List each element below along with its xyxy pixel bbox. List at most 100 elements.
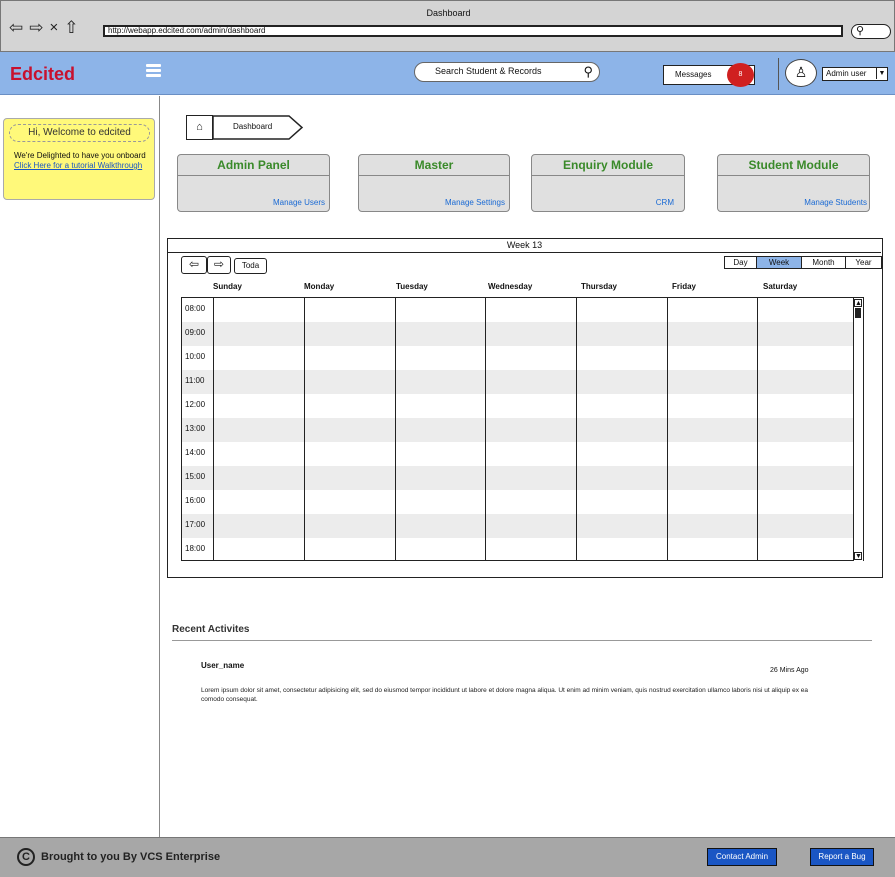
scroll-thumb[interactable] [855, 308, 861, 318]
module-card-enquiry[interactable]: Enquiry Module CRM [531, 154, 685, 212]
user-avatar-icon[interactable]: ♙ [785, 59, 817, 87]
welcome-text: We're Delighted to have you onboard [14, 151, 146, 160]
chevron-down-icon[interactable]: ▼ [876, 68, 887, 79]
module-card-master[interactable]: Master Manage Settings [358, 154, 510, 212]
view-week-button[interactable]: Week [757, 257, 802, 268]
module-title[interactable]: Enquiry Module [532, 155, 684, 176]
contact-admin-button[interactable]: Contact Admin [707, 848, 777, 866]
menu-icon[interactable] [146, 64, 161, 78]
view-day-button[interactable]: Day [725, 257, 757, 268]
header-divider [778, 58, 779, 90]
time-slot-row[interactable]: 11:00 [182, 370, 863, 394]
module-title[interactable]: Admin Panel [178, 155, 329, 176]
day-column-divider [576, 298, 577, 560]
welcome-title: Hi, Welcome to edcited [9, 124, 150, 142]
time-slot-row[interactable]: 10:00 [182, 346, 863, 370]
day-column-divider [304, 298, 305, 560]
recent-activities-title: Recent Activites [172, 624, 250, 635]
today-button[interactable]: Toda [234, 258, 267, 274]
prev-week-button[interactable]: ⇦ [181, 256, 207, 274]
user-label: Admin user [826, 69, 867, 78]
browser-search[interactable]: ⚲ [851, 24, 891, 39]
breadcrumb-home-icon[interactable]: ⌂ [186, 115, 213, 140]
day-column-divider [213, 298, 214, 560]
time-slot-row[interactable]: 09:00 [182, 322, 863, 346]
browser-chrome: Dashboard ⇦ ⇨ × ⇧ http://webapp.edcited.… [0, 0, 895, 52]
day-column-divider [485, 298, 486, 560]
home-icon[interactable]: ⇧ [64, 19, 78, 36]
module-link[interactable]: CRM [656, 198, 674, 207]
messages-count-badge[interactable]: 8 [727, 63, 754, 87]
search-placeholder: Search Student & Records [435, 66, 542, 76]
sidebar: Hi, Welcome to edcited We're Delighted t… [0, 96, 160, 837]
view-month-button[interactable]: Month [802, 257, 846, 268]
divider [172, 640, 872, 641]
day-header: Monday [304, 282, 335, 291]
calendar-grid[interactable]: 08:00 09:00 10:00 11:00 12:00 13:00 14:00 15:00… [181, 297, 864, 561]
module-card-student[interactable]: Student Module Manage Students [717, 154, 870, 212]
search-input[interactable]: Search Student & Records ⚲ [414, 62, 600, 82]
tutorial-link[interactable]: Click Here for a tutorial Walkthrough [14, 161, 142, 170]
time-label: 15:00 [185, 472, 206, 481]
report-bug-button[interactable]: Report a Bug [810, 848, 874, 866]
day-column-divider [667, 298, 668, 560]
view-year-button[interactable]: Year [846, 257, 881, 268]
time-label: 08:00 [185, 304, 206, 313]
welcome-message: We're Delighted to have you onboard Clic… [14, 151, 152, 171]
day-column-divider [395, 298, 396, 560]
day-header: Sunday [213, 282, 242, 291]
module-title[interactable]: Master [359, 155, 509, 176]
activity-user[interactable]: User_name [201, 661, 244, 670]
search-icon[interactable]: ⚲ [583, 63, 593, 80]
module-title[interactable]: Student Module [718, 155, 869, 176]
time-label: 17:00 [185, 520, 206, 529]
next-week-button[interactable]: ⇨ [207, 256, 231, 274]
day-header: Wednesday [488, 282, 533, 291]
module-card-admin[interactable]: Admin Panel Manage Users [177, 154, 330, 212]
time-slot-row[interactable]: 12:00 [182, 394, 863, 418]
time-slot-row[interactable]: 15:00 [182, 466, 863, 490]
time-slot-row[interactable]: 17:00 [182, 514, 863, 538]
time-slot-row[interactable]: 18:00 [182, 538, 863, 560]
close-icon[interactable]: × [50, 19, 59, 36]
brand-logo[interactable]: Edcited [10, 64, 75, 85]
footer-copyright: C Brought to you By VCS Enterprise [17, 848, 220, 866]
footer-text: Brought to you By VCS Enterprise [41, 851, 221, 863]
time-slot-row[interactable]: 16:00 [182, 490, 863, 514]
day-header: Thursday [581, 282, 618, 291]
time-label: 14:00 [185, 448, 206, 457]
time-slot-row[interactable]: 14:00 [182, 442, 863, 466]
time-slot-row[interactable]: 08:00 [182, 298, 863, 322]
app-header: Edcited Search Student & Records ⚲ Messa… [0, 52, 895, 95]
copyright-icon: C [17, 848, 35, 866]
search-icon: ⚲ [856, 25, 865, 37]
time-label: 16:00 [185, 496, 206, 505]
time-label: 10:00 [185, 352, 206, 361]
time-slot-row[interactable]: 13:00 [182, 418, 863, 442]
time-label: 11:00 [185, 376, 205, 385]
module-link[interactable]: Manage Users [273, 198, 325, 207]
activity-timestamp: 26 Mins Ago [770, 667, 809, 674]
module-link[interactable]: Manage Students [804, 198, 867, 207]
module-link[interactable]: Manage Settings [445, 198, 505, 207]
time-label: 09:00 [185, 328, 206, 337]
scroll-up-icon[interactable]: ▲ [854, 299, 862, 307]
back-arrow-icon: ⇦ [188, 257, 200, 271]
day-column-divider [757, 298, 758, 560]
time-label: 13:00 [185, 424, 206, 433]
back-arrow-icon[interactable]: ⇦ [9, 19, 23, 36]
forward-arrow-icon: ⇨ [213, 257, 225, 271]
calendar-scrollbar[interactable]: ▲ ▼ [853, 298, 863, 561]
user-dropdown[interactable]: Admin user ▼ [822, 67, 888, 81]
scroll-down-icon[interactable]: ▼ [854, 552, 862, 560]
day-header: Tuesday [396, 282, 428, 291]
breadcrumb-current[interactable]: Dashboard [233, 122, 272, 131]
address-bar[interactable]: http://webapp.edcited.com/admin/dashboar… [103, 25, 843, 37]
forward-arrow-icon[interactable]: ⇨ [29, 19, 43, 36]
time-label: 18:00 [185, 544, 206, 553]
footer: C Brought to you By VCS Enterprise Conta… [0, 837, 895, 877]
view-switcher: Day Week Month Year [724, 256, 882, 269]
time-label: 12:00 [185, 400, 206, 409]
browser-nav: ⇦ ⇨ × ⇧ [9, 19, 79, 36]
welcome-card: Hi, Welcome to edcited We're Delighted t… [3, 118, 155, 200]
